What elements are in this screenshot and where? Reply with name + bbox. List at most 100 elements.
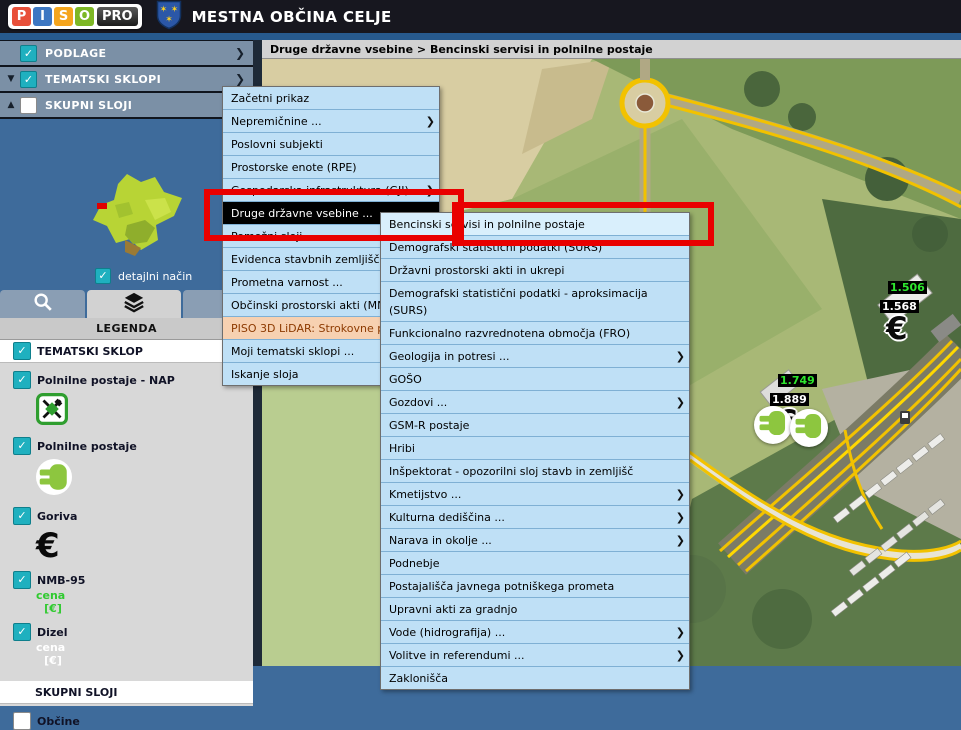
submenu-arrow-icon: ❯	[676, 348, 685, 365]
submenu-item[interactable]: Gozdovi ...❯	[381, 391, 689, 414]
submenu-arrow-icon: ❯	[676, 532, 685, 549]
legend-item-row[interactable]: ✓Dizel	[0, 623, 253, 641]
piso-logo[interactable]: PISOPRO	[8, 4, 142, 29]
ev-charger-marker[interactable]	[790, 409, 828, 447]
submenu-item[interactable]: Demografski statistični podatki - aproks…	[381, 282, 689, 322]
menu-item-label: Geologija in potresi ...	[389, 350, 510, 363]
menu-item-label: Druge državne vsebine ...	[231, 207, 373, 220]
submenu-item[interactable]: GSM-R postaje	[381, 414, 689, 437]
menu-item-label: Iskanje sloja	[231, 368, 299, 381]
layer-checkbox[interactable]: ✓	[13, 571, 31, 589]
legend-group-checkbox[interactable]: ✓	[13, 342, 31, 360]
sidebar-section-skupni-sloji[interactable]: ▲SKUPNI SLOJI	[0, 93, 253, 119]
submenu-item[interactable]: Kmetijstvo ... ❯	[381, 483, 689, 506]
submenu-item[interactable]: GOŠO	[381, 368, 689, 391]
menu-item-label: Zaklonišča	[389, 672, 448, 685]
menu-item-label: Funkcionalno razvrednotena območja (FRO)	[389, 327, 630, 340]
layer-checkbox[interactable]: ✓	[13, 371, 31, 389]
menu-item-label: Demografski statistični podatki (SURS)	[389, 241, 602, 254]
fuel-pump-icon	[900, 411, 910, 424]
legend-item: ✓Polnilne postaje - NAP	[0, 371, 253, 429]
svg-text:✶: ✶	[159, 5, 167, 15]
legend-group-tematski-sklop[interactable]: ✓TEMATSKI SKLOP	[0, 340, 253, 363]
layer-checkbox[interactable]: ✓	[13, 437, 31, 455]
main-menu-item[interactable]: Poslovni subjekti	[223, 133, 439, 156]
layer-checkbox[interactable]	[13, 712, 31, 730]
legend-item-row[interactable]: Občine	[0, 712, 253, 730]
euro-icon: €	[36, 529, 253, 563]
tab-search[interactable]	[0, 290, 85, 318]
tab-layers[interactable]	[87, 290, 180, 318]
sidebar-tabs	[0, 290, 253, 318]
logo-letter-O: O	[75, 7, 94, 26]
ev-charger-marker[interactable]	[754, 406, 792, 444]
legend-item-row[interactable]: ✓ NMB-95	[0, 571, 253, 589]
section-checkbox[interactable]: ✓	[20, 71, 37, 88]
legend-item-row[interactable]: ✓Polnilne postaje - NAP	[0, 371, 253, 389]
menu-item-label: Upravni akti za gradnjo	[389, 603, 517, 616]
detail-mode-checkbox[interactable]: ✓	[95, 268, 111, 284]
menu-item-label: Občinski prostorski akti (MNVP)	[231, 299, 404, 312]
main-menu-item[interactable]: Gospodarska infrastruktura (GJI) ...❯	[223, 179, 439, 202]
menu-item-label: Volitve in referendumi ...	[389, 649, 525, 662]
legend-item: ✓Polnilne postaje	[0, 437, 253, 499]
layer-label: Goriva	[37, 510, 77, 523]
header-accent-strip	[0, 33, 961, 40]
menu-item-label: Prometna varnost ...	[231, 276, 343, 289]
piso-pro-badge: PRO	[97, 7, 138, 26]
submenu-item[interactable]: Geologija in potresi ... ❯	[381, 345, 689, 368]
section-checkbox[interactable]	[20, 97, 37, 114]
menu-item-label: Kulturna dediščina ...	[389, 511, 505, 524]
layer-sublabel: cena[€]	[36, 589, 70, 615]
submenu-item[interactable]: Volitve in referendumi ...❯	[381, 644, 689, 667]
legend-item-row[interactable]: ✓ Goriva	[0, 507, 253, 525]
ev-plug-icon	[792, 409, 826, 447]
submenu-item[interactable]: Vode (hidrografija) ...❯	[381, 621, 689, 644]
menu-item-label: Kmetijstvo ...	[389, 488, 461, 501]
menu-item-label: Evidenca stavbnih zemljišč ...	[231, 253, 394, 266]
submenu-item[interactable]: Hribi	[381, 437, 689, 460]
layer-label: NMB-95	[37, 574, 85, 587]
legend-item-row[interactable]: ✓Polnilne postaje	[0, 437, 253, 455]
submenu-item[interactable]: Inšpektorat - opozorilni sloj stavb in z…	[381, 460, 689, 483]
legend-title: LEGENDA	[0, 318, 253, 340]
submenu-arrow-icon: ❯	[676, 486, 685, 503]
detail-mode-toggle[interactable]: ✓ detajlni način	[95, 268, 192, 284]
chevron-right-icon: ❯	[235, 46, 245, 60]
submenu: Bencinski servisi in polnilne postaje Dem…	[380, 212, 690, 690]
submenu-item[interactable]: Bencinski servisi in polnilne postaje	[381, 213, 689, 236]
app-header: PISOPRO ✶ ✶ ✶ MESTNA OBČINA CELJE	[0, 0, 961, 33]
main-menu-item[interactable]: Začetni prikaz	[223, 87, 439, 110]
section-checkbox[interactable]: ✓	[20, 45, 37, 62]
sidebar-section-tematski-sklopi[interactable]: ▼✓TEMATSKI SKLOPI❯	[0, 67, 253, 93]
euro-marker-icon: €	[886, 314, 927, 344]
submenu-item[interactable]: Podnebje	[381, 552, 689, 575]
menu-item-label: Prostorske enote (RPE)	[231, 161, 357, 174]
price-top: 1.506	[888, 276, 927, 295]
submenu-item[interactable]: Zaklonišča	[381, 667, 689, 689]
main-menu-item[interactable]: Prostorske enote (RPE)	[223, 156, 439, 179]
collapse-icon[interactable]: ▼	[2, 74, 20, 84]
menu-item-label: Poslovni subjekti	[231, 138, 323, 151]
legend-panel: ✓TEMATSKI SKLOP ✓Polnilne postaje - NAP ✓P…	[0, 340, 253, 706]
menu-item-label: Vode (hidrografija) ...	[389, 626, 505, 639]
submenu-item[interactable]: Narava in okolje ... ❯	[381, 529, 689, 552]
fuel-price-marker[interactable]: 1.5061.568€	[880, 276, 927, 344]
expand-icon[interactable]: ▲	[2, 100, 20, 110]
sidebar-sections: ✓ PODLAGE❯ ▼✓TEMATSKI SKLOPI❯▲SKUPNI SLOJI	[0, 40, 253, 119]
submenu-item[interactable]: Kulturna dediščina ...❯	[381, 506, 689, 529]
submenu-item[interactable]: Državni prostorski akti in ukrepi	[381, 259, 689, 282]
main-menu-item[interactable]: Nepremičnine ...❯	[223, 110, 439, 133]
layer-checkbox[interactable]: ✓	[13, 623, 31, 641]
overview-map[interactable]	[85, 170, 195, 266]
menu-item-label: Narava in okolje ...	[389, 534, 492, 547]
legend-group-skupni-sloji[interactable]: SKUPNI SLOJI	[0, 681, 253, 704]
submenu-item[interactable]: Upravni akti za gradnjo	[381, 598, 689, 621]
section-label: PODLAGE	[45, 47, 235, 60]
submenu-item[interactable]: Funkcionalno razvrednotena območja (FRO)	[381, 322, 689, 345]
submenu-item[interactable]: Demografski statistični podatki (SURS)	[381, 236, 689, 259]
sidebar-section-podlage[interactable]: ✓ PODLAGE❯	[0, 40, 253, 67]
submenu-item[interactable]: Postajališča javnega potniškega prometa	[381, 575, 689, 598]
layer-checkbox[interactable]: ✓	[13, 507, 31, 525]
menu-item-label: GOŠO	[389, 373, 422, 386]
